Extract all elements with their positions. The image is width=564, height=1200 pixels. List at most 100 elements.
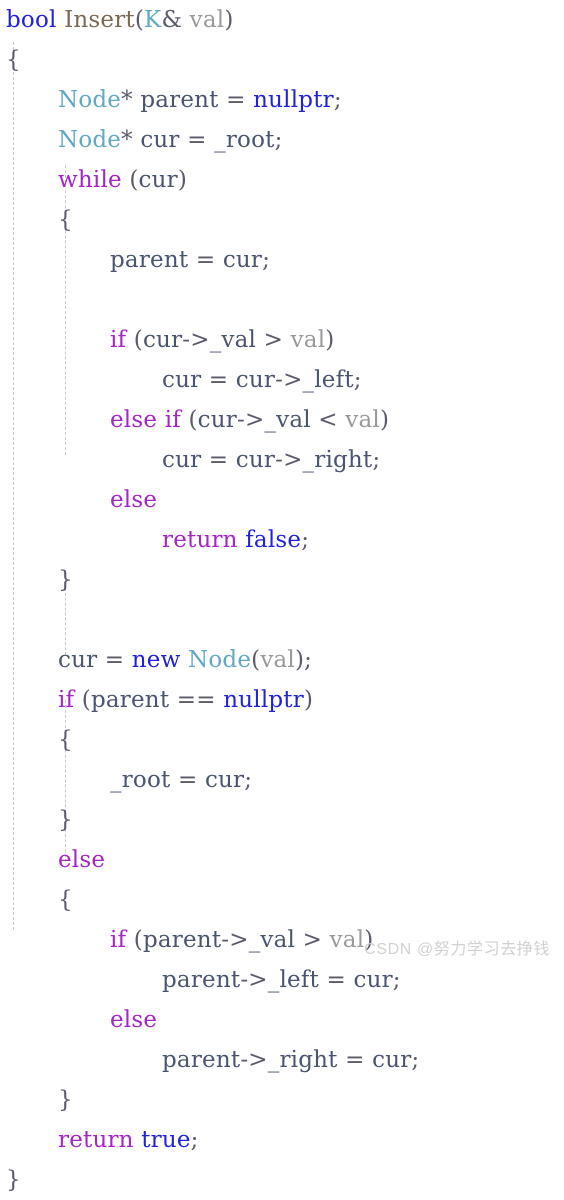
token-punct xyxy=(57,7,65,33)
token-punct: ( xyxy=(180,407,198,433)
code-line[interactable]: cur = cur->_left; xyxy=(0,360,419,400)
token-kw: if xyxy=(164,407,181,433)
code-line[interactable]: { xyxy=(0,720,419,760)
code-line[interactable]: return true; xyxy=(0,1120,419,1160)
code-line[interactable]: else xyxy=(0,840,419,880)
token-punct: = xyxy=(97,647,132,673)
token-id: _root xyxy=(214,127,275,153)
token-kw: if xyxy=(110,927,127,953)
token-punct: ( xyxy=(74,687,91,713)
token-id: cur xyxy=(142,327,183,353)
code-block[interactable]: bool Insert(K& val){Node* parent = nullp… xyxy=(0,0,419,1200)
token-punct: -> xyxy=(236,407,265,433)
code-line[interactable]: { xyxy=(0,880,419,920)
token-punct: ; xyxy=(274,127,283,153)
token-dim: val xyxy=(290,327,326,353)
token-punct: ( xyxy=(126,327,143,353)
token-punct: = xyxy=(170,767,205,793)
token-punct: == xyxy=(169,687,224,713)
code-line[interactable]: } xyxy=(0,560,419,600)
token-punct: ( xyxy=(121,167,139,193)
token-punct xyxy=(134,1127,142,1153)
token-id: parent xyxy=(140,87,219,113)
code-line[interactable]: if (parent->_val > val) xyxy=(0,920,419,960)
code-screenshot: bool Insert(K& val){Node* parent = nullp… xyxy=(0,0,564,1193)
token-punct: -> xyxy=(275,447,303,473)
code-line[interactable]: _root = cur; xyxy=(0,760,419,800)
token-punct: { xyxy=(6,47,21,73)
token-id: cur xyxy=(235,447,276,473)
token-id: parent xyxy=(142,927,222,953)
token-kw: if xyxy=(110,327,127,353)
token-id: _left xyxy=(302,367,354,393)
token-punct: } xyxy=(6,1167,21,1193)
token-dim: val xyxy=(329,927,365,953)
token-punct: } xyxy=(58,567,73,593)
token-punct: ( xyxy=(126,927,143,953)
token-id: parent xyxy=(110,247,189,273)
token-punct: -> xyxy=(240,967,268,993)
token-kw: while xyxy=(58,167,122,193)
token-punct: ; xyxy=(353,367,362,393)
code-line[interactable]: if (cur->_val > val) xyxy=(0,320,419,360)
token-punct: ; xyxy=(333,87,342,113)
code-line[interactable] xyxy=(0,280,419,320)
code-line[interactable]: else if (cur->_val < val) xyxy=(0,400,419,440)
token-punct xyxy=(182,7,190,33)
code-line[interactable]: Node* cur = _root; xyxy=(0,120,419,160)
token-lit: nullptr xyxy=(223,687,304,713)
code-line[interactable]: while (cur) xyxy=(0,160,419,200)
token-cls: Node xyxy=(188,647,252,673)
token-punct: * xyxy=(121,127,141,153)
token-punct: = xyxy=(218,87,254,113)
token-lit: false xyxy=(245,527,302,553)
code-line[interactable]: else xyxy=(0,1000,419,1040)
token-punct: { xyxy=(58,207,73,233)
code-line[interactable]: } xyxy=(0,1160,419,1200)
token-punct: ; xyxy=(190,1127,199,1153)
token-id: _root xyxy=(110,767,171,793)
code-line[interactable]: if (parent == nullptr) xyxy=(0,680,419,720)
code-line[interactable]: cur = new Node(val); xyxy=(0,640,419,680)
token-type: bool xyxy=(6,7,57,33)
code-line[interactable]: } xyxy=(0,1080,419,1120)
token-punct: = xyxy=(337,1047,373,1073)
token-punct: ( xyxy=(134,7,145,33)
token-punct: ) xyxy=(224,7,234,33)
token-punct: ); xyxy=(295,647,313,673)
token-punct: > xyxy=(295,927,330,953)
code-line[interactable]: { xyxy=(0,200,419,240)
token-lit: true xyxy=(141,1127,191,1153)
token-punct: = xyxy=(319,967,354,993)
code-line[interactable]: bool Insert(K& val) xyxy=(0,0,419,40)
token-punct: -> xyxy=(240,1047,268,1073)
code-line[interactable]: { xyxy=(0,40,419,80)
token-fn: Insert xyxy=(64,7,135,33)
token-lit: nullptr xyxy=(253,87,334,113)
code-line[interactable]: parent->_right = cur; xyxy=(0,1040,419,1080)
token-kw: else xyxy=(110,487,158,513)
code-line[interactable]: } xyxy=(0,800,419,840)
code-line[interactable]: cur = cur->_right; xyxy=(0,440,419,480)
code-line[interactable]: return false; xyxy=(0,520,419,560)
token-id: cur xyxy=(162,367,202,393)
token-punct: ; xyxy=(301,527,310,553)
token-id: cur xyxy=(204,767,245,793)
token-id: _val xyxy=(209,327,257,353)
code-line[interactable] xyxy=(0,600,419,640)
token-id: parent xyxy=(90,687,170,713)
code-line[interactable]: parent->_left = cur; xyxy=(0,960,419,1000)
code-line[interactable]: parent = cur; xyxy=(0,240,419,280)
token-id: _right xyxy=(267,1047,338,1073)
token-punct: { xyxy=(58,887,73,913)
token-punct: -> xyxy=(221,927,249,953)
token-id: cur xyxy=(235,367,276,393)
token-punct: } xyxy=(58,1087,73,1113)
code-line[interactable]: else xyxy=(0,480,419,520)
token-punct: ; xyxy=(392,967,401,993)
code-line[interactable]: Node* parent = nullptr; xyxy=(0,80,419,120)
token-punct: ( xyxy=(251,647,261,673)
token-punct: = xyxy=(179,127,215,153)
token-kw: else xyxy=(110,1007,158,1033)
token-punct: < xyxy=(310,407,346,433)
